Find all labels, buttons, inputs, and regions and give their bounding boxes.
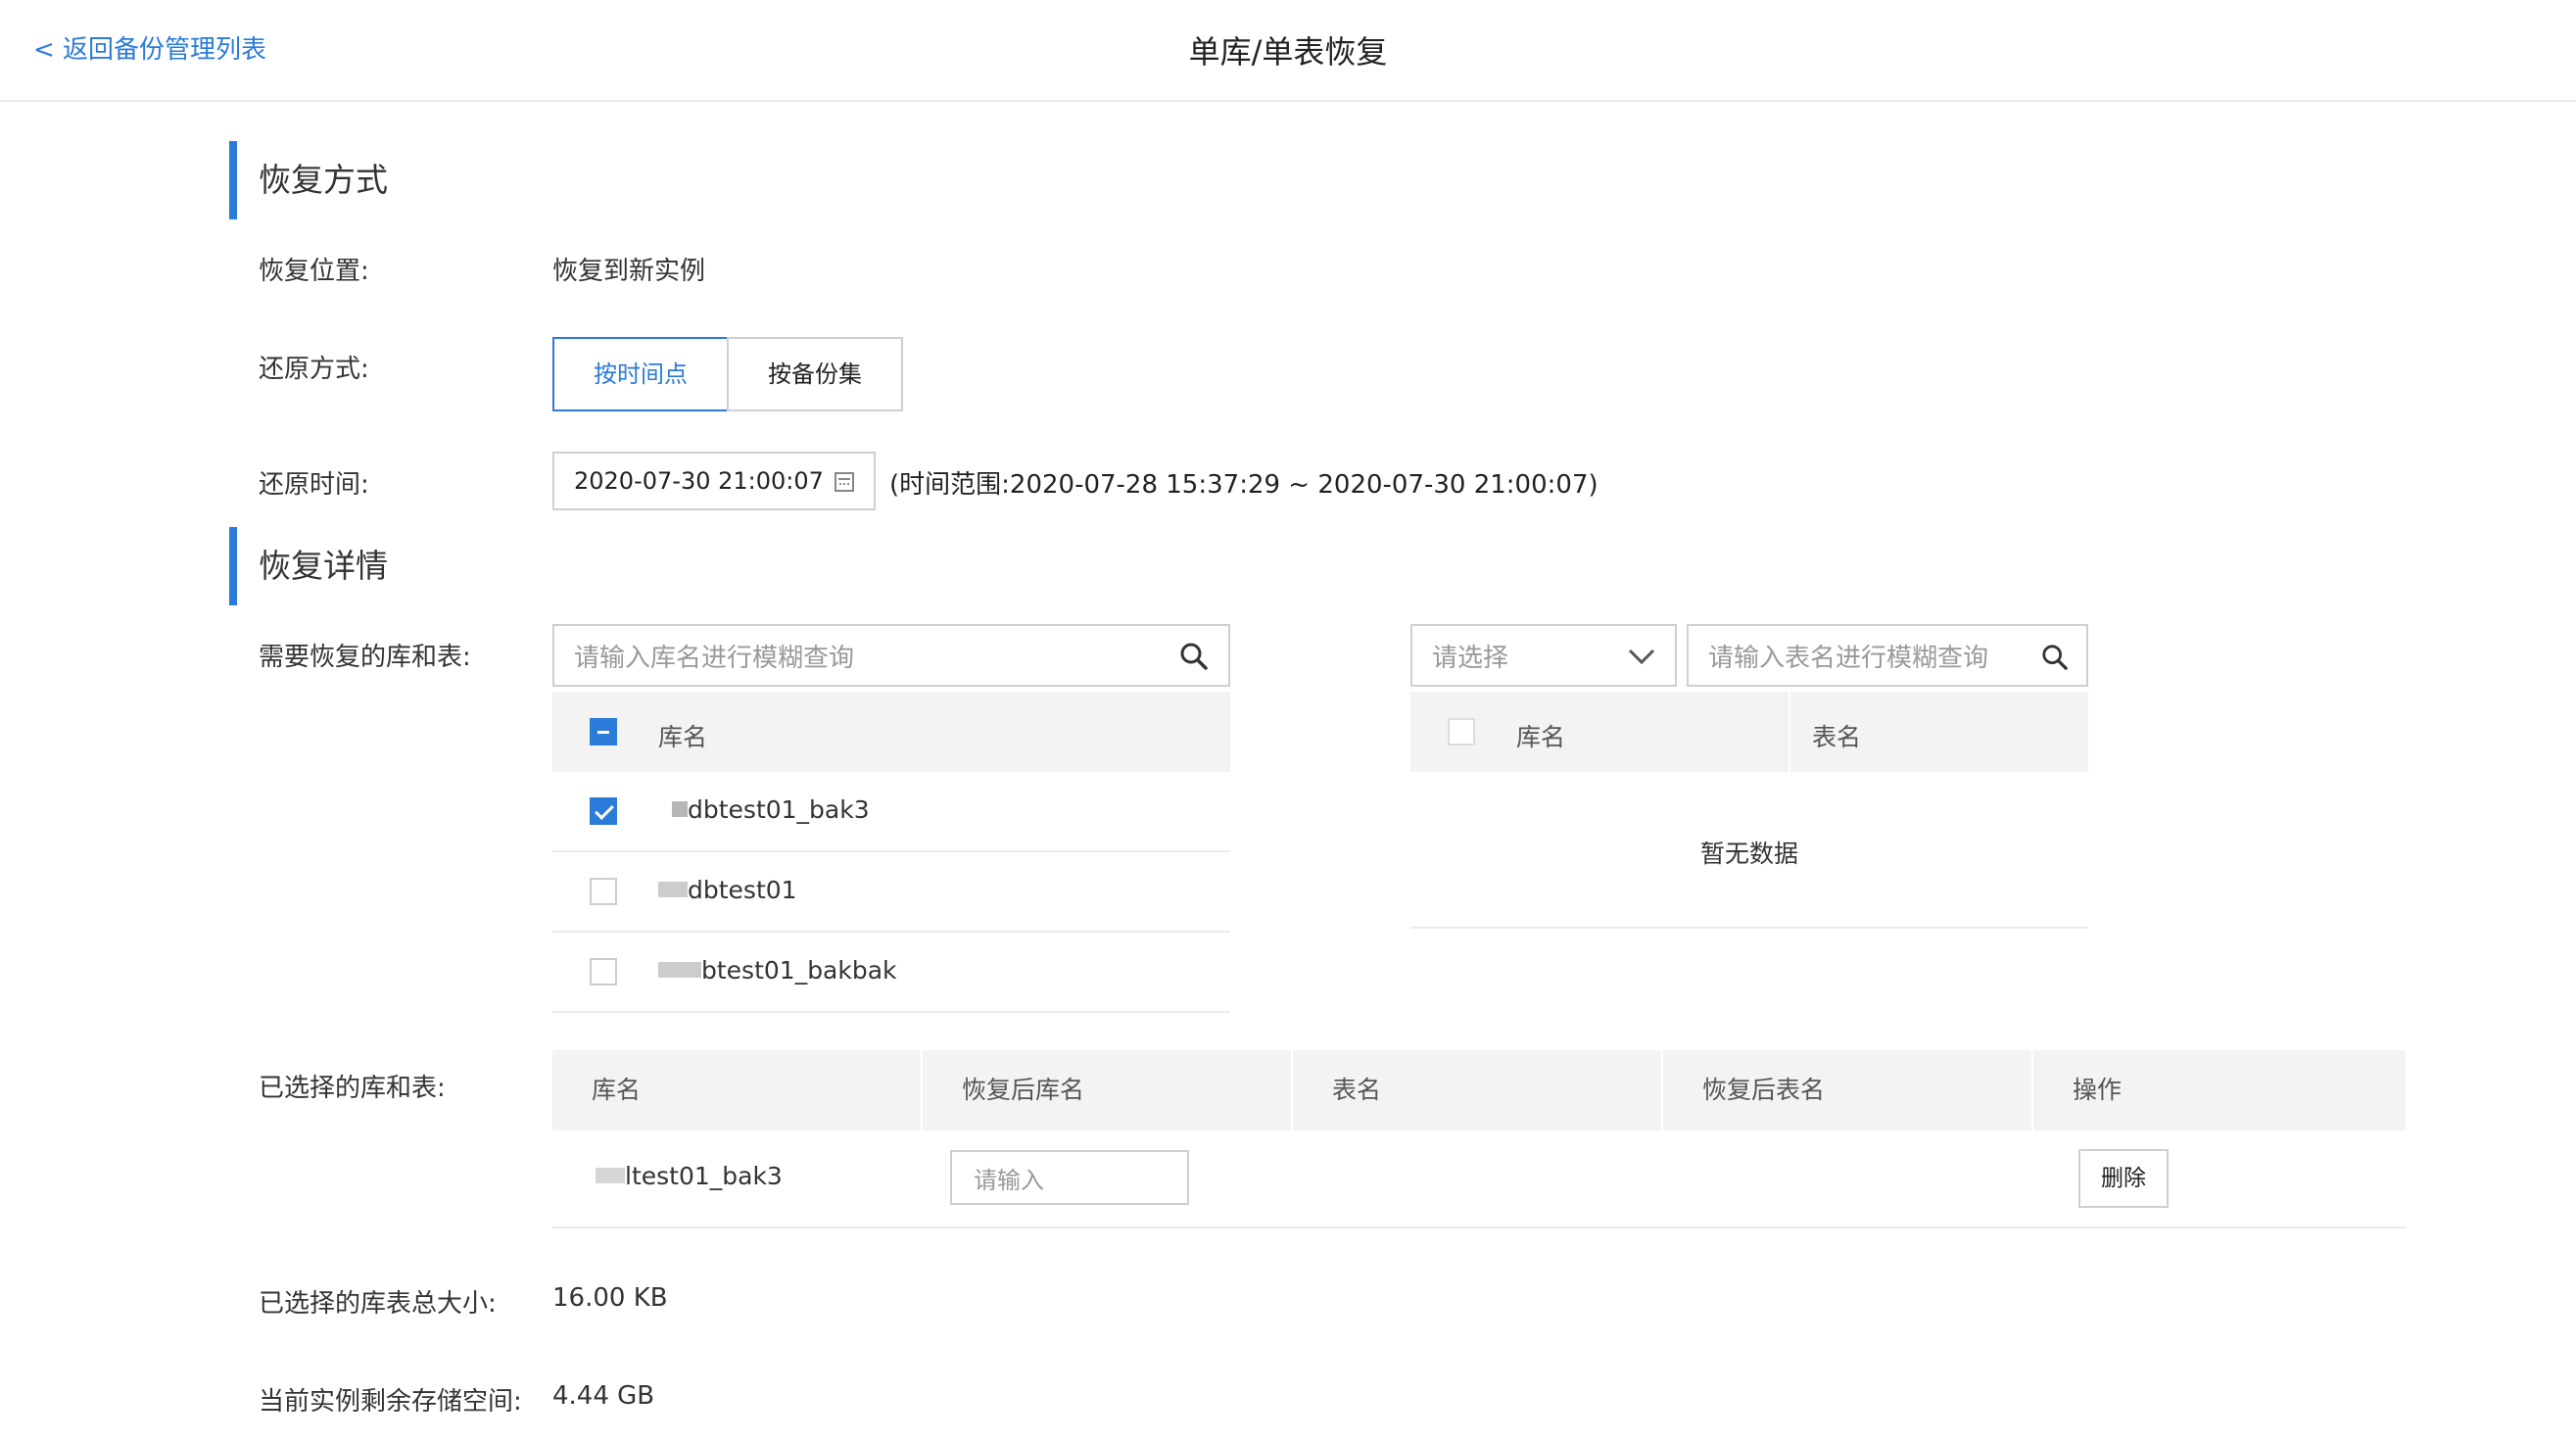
redacted-mark (658, 882, 688, 897)
db-select-placeholder: 请选择 (1432, 643, 1509, 673)
redacted-mark (658, 962, 701, 978)
selected-table-header: 库名 恢复后库名 表名 恢复后表名 操作 (552, 1050, 2406, 1130)
selected-col-table: 表名 (1332, 1076, 1382, 1104)
delete-button[interactable]: 删除 (2078, 1149, 2169, 1208)
divider (1410, 927, 2088, 929)
selected-col-db: 库名 (592, 1076, 642, 1104)
db-row-checkbox[interactable] (590, 958, 617, 985)
restore-time-value: 2020-07-30 21:00:07 (574, 467, 824, 495)
db-row: btest01_bakbak (552, 933, 1230, 1013)
selected-col-new-db: 恢复后库名 (962, 1076, 1085, 1104)
db-row-checkbox[interactable] (590, 878, 617, 905)
db-search-placeholder: 请输入库名进行模糊查询 (574, 643, 855, 673)
section-title-restore-method: 恢复方式 (229, 141, 388, 219)
db-row-checkbox[interactable] (590, 797, 617, 825)
table-search-input[interactable]: 请输入表名进行模糊查询 (1687, 624, 2088, 687)
db-row: dbtest01 (552, 852, 1230, 933)
calendar-icon (835, 472, 854, 492)
db-row-name: dbtest01_bak3 (672, 795, 870, 824)
selected-label: 已选择的库和表: (259, 1074, 446, 1103)
db-search-input[interactable]: 请输入库名进行模糊查询 (552, 624, 1230, 687)
time-range-hint: (时间范围:2020-07-28 15:37:29 ~ 2020-07-30 2… (889, 470, 1598, 500)
restore-time-picker[interactable]: 2020-07-30 21:00:07 (552, 452, 876, 510)
select-all-table-checkbox[interactable] (1448, 718, 1475, 745)
restore-location-label: 恢复位置: (259, 257, 369, 286)
db-row-name: btest01_bakbak (658, 956, 897, 985)
mode-by-time-button[interactable]: 按时间点 (552, 337, 729, 411)
table-list-db-column: 库名 (1516, 723, 1566, 751)
new-db-name-input[interactable]: 请输入 (950, 1150, 1189, 1205)
restore-time-label: 还原时间: (259, 470, 369, 500)
selected-col-action: 操作 (2073, 1076, 2123, 1104)
restore-location-value: 恢复到新实例 (552, 257, 706, 286)
db-select-dropdown[interactable]: 请选择 (1410, 624, 1677, 687)
db-table-header: 库名 (552, 692, 1230, 772)
remaining-storage-value: 4.44 GB (552, 1381, 655, 1411)
total-size-label: 已选择的库表总大小: (259, 1289, 497, 1319)
db-row: dbtest01_bak3 (552, 772, 1230, 852)
selected-row-db: ltest01_bak3 (596, 1162, 783, 1190)
table-list-table-column: 表名 (1812, 723, 1862, 751)
top-bar: < 返回备份管理列表 单库/单表恢复 (0, 0, 2576, 102)
search-icon[interactable] (1179, 642, 1209, 671)
total-size-value: 16.00 KB (552, 1283, 668, 1313)
chevron-down-icon (1628, 649, 1655, 665)
redacted-mark (596, 1168, 625, 1183)
page-title: 单库/单表恢复 (1188, 33, 1388, 71)
empty-placeholder: 暂无数据 (1699, 840, 1798, 868)
table-list-header: 库名 表名 (1410, 692, 2088, 772)
need-restore-label: 需要恢复的库和表: (259, 643, 471, 672)
db-row-name: dbtest01 (658, 876, 797, 904)
column-divider (1789, 692, 1790, 772)
restore-mode-toggle: 按时间点 按备份集 (552, 337, 903, 411)
restore-mode-label: 还原方式: (259, 355, 369, 384)
section-title-restore-detail: 恢复详情 (229, 527, 388, 605)
selected-col-new-table: 恢复后表名 (1702, 1076, 1826, 1104)
new-db-name-placeholder: 请输入 (974, 1166, 1044, 1194)
db-column-header: 库名 (658, 723, 708, 751)
mode-by-backup-set-button[interactable]: 按备份集 (727, 337, 903, 411)
search-icon[interactable] (2041, 644, 2069, 671)
select-all-db-checkbox[interactable] (590, 718, 617, 745)
redacted-mark (672, 801, 688, 817)
table-search-placeholder: 请输入表名进行模糊查询 (1708, 643, 1989, 673)
remaining-storage-label: 当前实例剩余存储空间: (259, 1387, 522, 1417)
